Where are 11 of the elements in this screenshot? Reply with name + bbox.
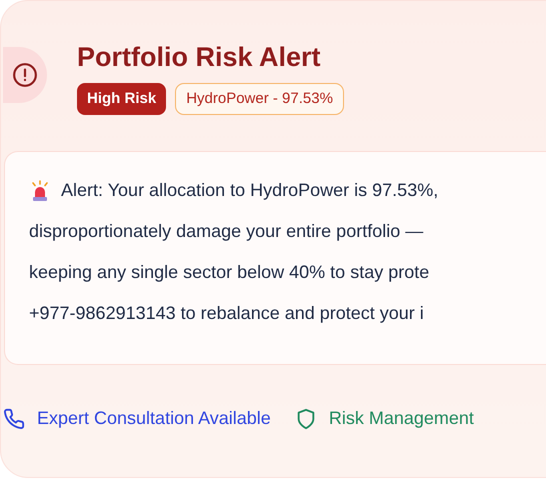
warning-icon — [3, 47, 47, 103]
alert-title: Portfolio Risk Alert — [77, 41, 322, 74]
footer-label: Expert Consultation Available — [37, 407, 271, 430]
alert-message-line: keeping any single sector below 40% to stay prote — [29, 261, 430, 284]
footer-label: Risk Management — [328, 407, 474, 430]
alert-message-line: +977-9862913143 to rebalance and protect your i — [29, 302, 424, 325]
risk-badge: High Risk — [77, 83, 166, 115]
alert-message-line: Alert: Your allocation to HydroPower is 97.53%, — [61, 179, 438, 202]
alert-message-line: disproportionately damage your entire portfolio — — [29, 220, 424, 243]
sector-badge: HydroPower - 97.53% — [175, 83, 344, 115]
phone-icon — [3, 408, 25, 430]
